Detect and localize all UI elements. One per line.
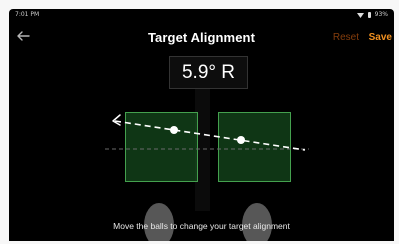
- tablet-device: 7:01 PM 93% Target Alignment Reset Save …: [0, 0, 399, 244]
- right-ball-handle[interactable]: [237, 136, 245, 144]
- aim-arrow-icon: [112, 114, 121, 126]
- instruction-text: Move the balls to change your target ali…: [113, 221, 290, 231]
- alignment-overlay: [105, 114, 309, 151]
- left-ball-handle[interactable]: [170, 126, 178, 134]
- alignment-line: [114, 120, 306, 151]
- app-screen: 7:01 PM 93% Target Alignment Reset Save …: [9, 9, 394, 241]
